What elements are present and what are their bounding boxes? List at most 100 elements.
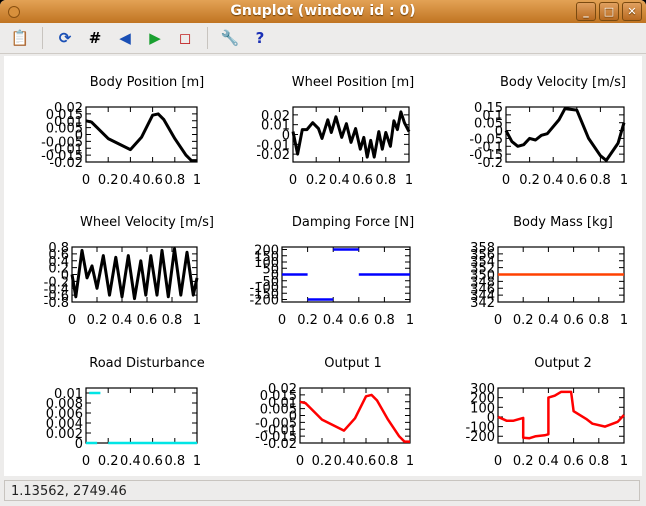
subplot-title: Body Mass [kg] [513, 215, 613, 230]
help-button[interactable]: ? [248, 26, 272, 50]
subplot-2: Wheel Position [m]0 0.2 0.4 0.6 0.8 1-0.02-0.… [256, 75, 414, 188]
plots-svg: Body Position [m]0 0.2 0.4 0.6 0.8 1-0.02-0.0… [41, 75, 628, 469]
x-tick-label: 1 [193, 454, 201, 469]
subplot-9: Output 20 0.2 0.4 0.6 0.8 1-200-1000100200300 [465, 356, 628, 469]
x-tick-label: 0.2 [98, 173, 119, 188]
x-tick-label: 0.6 [563, 454, 584, 469]
subplot-title: Body Velocity [m/s] [500, 75, 626, 90]
x-tick-label: 0.4 [543, 173, 564, 188]
y-tick-label: 300 [470, 382, 495, 397]
x-tick-label: 1 [193, 173, 201, 188]
x-tick-label: 1 [620, 313, 628, 328]
series-line [86, 391, 197, 445]
toolbar: 📋 ⟳ # ◀ ▶ ◻ 🔧? [0, 23, 646, 54]
x-tick-label: 0.4 [323, 313, 344, 328]
copy-clipboard-icon: 📋 [10, 29, 30, 47]
cursor-coordinates: 1.13562, 2749.46 [11, 484, 127, 499]
y-tick-label: 0.02 [268, 382, 297, 397]
subplot-8: Output 10 0.2 0.4 0.6 0.8 1-0.02-0.015-0.01-0… [255, 356, 414, 469]
x-tick-label: 0.2 [312, 454, 333, 469]
x-tick-label: 0.4 [112, 313, 133, 328]
x-tick-label: 0.6 [142, 454, 163, 469]
y-tick-label: 358 [470, 241, 495, 256]
toolbar-separator [42, 27, 43, 49]
x-tick-label: 0.2 [513, 454, 534, 469]
maximize-button[interactable]: □ [599, 2, 619, 21]
grid-icon: # [88, 29, 102, 47]
x-tick-label: 0.2 [513, 313, 534, 328]
plot-frame [85, 387, 198, 444]
plot-frame [497, 387, 625, 444]
series-line [291, 110, 411, 159]
replot-button[interactable]: ⟳ [53, 26, 77, 50]
x-tick-label: 0 [278, 313, 286, 328]
previous-zoom-button[interactable]: ◀ [113, 26, 137, 50]
x-tick-label: 0.8 [588, 454, 609, 469]
x-tick-label: 0.8 [590, 173, 611, 188]
x-tick-label: 0.2 [98, 454, 119, 469]
x-tick-label: 0.6 [348, 313, 369, 328]
x-tick-label: 0.4 [538, 454, 559, 469]
x-tick-label: 0 [502, 173, 510, 188]
subplot-title: Wheel Position [m] [292, 75, 414, 90]
x-tick-label: 1 [620, 173, 628, 188]
grid-button[interactable]: # [83, 26, 107, 50]
plot-canvas[interactable]: Body Position [m] 0 0.2 0.4 0.6 0.8 1 -0.02 -0.0… [4, 56, 642, 476]
series-line [299, 393, 410, 443]
x-tick-label: 0.4 [329, 173, 350, 188]
title-bar: Gnuplot (window id : 0) _ □ ✕ [0, 0, 646, 23]
y-tick-label: 0.02 [261, 109, 290, 124]
subplot-title: Output 1 [324, 356, 382, 371]
x-tick-label: 1 [405, 173, 413, 188]
x-tick-label: 0.8 [162, 313, 183, 328]
x-tick-label: 0 [494, 454, 502, 469]
gnuplot-window: Gnuplot (window id : 0) _ □ ✕ 📋 ⟳ # ◀ ▶ ◻ 🔧? B… [0, 0, 646, 506]
x-tick-label: 0.2 [306, 173, 327, 188]
subplot-title: Body Position [m] [90, 75, 205, 90]
x-tick-label: 0.2 [297, 313, 318, 328]
subplot-title: Damping Force [N] [292, 215, 414, 230]
series-line [70, 247, 199, 301]
plot-frame [505, 106, 625, 163]
x-tick-label: 0.4 [538, 313, 559, 328]
y-tick-label: 200 [254, 244, 279, 259]
subplot-1: Body Position [m]0 0.2 0.4 0.6 0.8 1-0.02-0.0… [41, 75, 204, 188]
status-bar: 1.13562, 2749.46 [4, 480, 640, 501]
x-tick-label: 0.8 [375, 173, 396, 188]
window-title: Gnuplot (window id : 0) [230, 3, 416, 19]
series-line [497, 390, 625, 440]
subplot-4: Wheel Velocity [m/s]0 0.2 0.4 0.6 0.8 1-0.8-0… [44, 215, 214, 328]
subplot-3: Body Velocity [m/s]0 0.2 0.4 0.6 0.8 1-0.2-0.… [469, 75, 628, 188]
x-tick-label: 0.4 [120, 173, 141, 188]
autoscale-icon: ◻ [178, 29, 192, 47]
minimize-button[interactable]: _ [576, 2, 596, 21]
x-tick-label: 0.6 [137, 313, 158, 328]
x-tick-label: 0.8 [378, 454, 399, 469]
replot-icon: ⟳ [58, 29, 72, 47]
close-button[interactable]: ✕ [622, 2, 642, 21]
x-tick-label: 0.4 [120, 454, 141, 469]
next-zoom-button[interactable]: ▶ [143, 26, 167, 50]
window-menu-icon[interactable] [8, 6, 20, 18]
copy-clipboard-button[interactable]: 📋 [8, 26, 32, 50]
autoscale-button[interactable]: ◻ [173, 26, 197, 50]
series-line [85, 112, 197, 163]
x-tick-label: 0.4 [334, 454, 355, 469]
x-tick-label: 0 [82, 454, 90, 469]
x-tick-label: 0 [296, 454, 304, 469]
subplot-7: Road Disturbance0 0.2 0.4 0.6 0.8 100.0020.00… [46, 356, 205, 469]
x-tick-label: 0.6 [563, 313, 584, 328]
series-line [282, 248, 410, 301]
help-icon: ? [255, 29, 265, 47]
previous-zoom-icon: ◀ [119, 29, 131, 47]
x-tick-label: 0.8 [164, 173, 185, 188]
x-tick-label: 0.2 [87, 313, 108, 328]
x-tick-label: 0.8 [588, 313, 609, 328]
x-tick-label: 1 [620, 454, 628, 469]
next-zoom-icon: ▶ [149, 29, 161, 47]
x-tick-label: 0.6 [566, 173, 587, 188]
x-tick-label: 1 [406, 313, 414, 328]
x-tick-label: 0.6 [352, 173, 373, 188]
x-tick-label: 0 [289, 173, 297, 188]
settings-wrench-button[interactable]: 🔧 [218, 26, 242, 50]
